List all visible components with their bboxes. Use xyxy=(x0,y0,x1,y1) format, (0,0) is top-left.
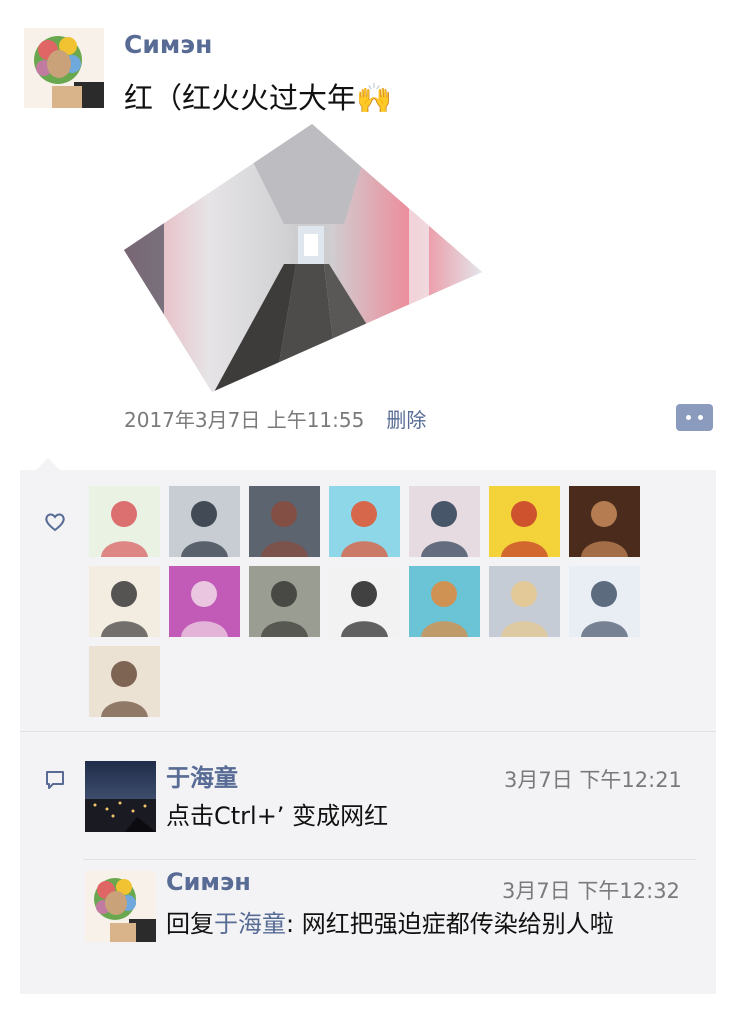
pink-object-avatar[interactable] xyxy=(169,566,240,637)
commenter-avatar[interactable] xyxy=(85,871,156,942)
flower-woman-avatar[interactable] xyxy=(249,566,320,637)
author-name[interactable]: Симэн xyxy=(124,30,212,59)
more-dot-icon xyxy=(686,415,691,420)
city-night-avatar xyxy=(85,761,156,832)
boy-desk-avatar[interactable] xyxy=(409,566,480,637)
commenter-name[interactable]: Симэн xyxy=(166,868,251,896)
post-time: 2017年3月7日 上午11:55 xyxy=(124,407,365,432)
reply-to-name[interactable]: 于海童 xyxy=(214,910,286,938)
likes-divider xyxy=(20,731,716,732)
more-dot-icon xyxy=(698,415,703,420)
panel-arrow xyxy=(36,458,60,470)
comment-text[interactable]: 点击Ctrl+’ 变成网红 xyxy=(166,798,686,834)
heart-icon xyxy=(45,513,65,532)
pikachu-avatar[interactable] xyxy=(489,486,560,557)
reply-prefix: 回复 xyxy=(166,910,214,938)
comment-time: 3月7日 下午12:32 xyxy=(502,879,680,903)
author-avatar[interactable] xyxy=(24,28,104,108)
author-avatar-image xyxy=(85,871,156,942)
building-avatar[interactable] xyxy=(249,486,320,557)
reply-separator: : xyxy=(286,910,302,938)
comment-text[interactable]: 回复于海童: 网红把强迫症都传染给别人啦 xyxy=(166,906,686,942)
lollipops-avatar[interactable] xyxy=(329,486,400,557)
bw-woman-avatar[interactable] xyxy=(329,566,400,637)
post-image[interactable] xyxy=(124,124,482,392)
painting-avatar[interactable] xyxy=(569,486,640,557)
commenter-name[interactable]: 于海童 xyxy=(166,758,238,793)
blonde-woman-avatar[interactable] xyxy=(489,566,560,637)
post-meta: 2017年3月7日 上午11:55 删除 xyxy=(124,403,426,433)
comment-time: 3月7日 下午12:21 xyxy=(504,768,682,792)
interactions-panel: 于海童 3月7日 下午12:21 点击Ctrl+’ 变成网红 Симэн 3月7… xyxy=(20,470,716,994)
author-avatar-image xyxy=(24,28,104,108)
camera-man-avatar[interactable] xyxy=(569,566,640,637)
delete-link[interactable]: 删除 xyxy=(386,404,426,433)
line-face-avatar[interactable] xyxy=(89,566,160,637)
reply-text: 网红把强迫症都传染给别人啦 xyxy=(301,910,614,938)
comment-divider xyxy=(83,859,696,860)
commenter-avatar[interactable] xyxy=(85,761,156,832)
anime-girl-avatar[interactable] xyxy=(89,646,160,717)
more-actions-button[interactable] xyxy=(676,404,713,431)
comment-icon xyxy=(46,771,64,789)
monkey-illustration-avatar[interactable] xyxy=(89,486,160,557)
cap-man-avatar[interactable] xyxy=(169,486,240,557)
blossom-man-avatar[interactable] xyxy=(409,486,480,557)
post-text: 红（红火火过大年🙌 xyxy=(124,81,393,115)
